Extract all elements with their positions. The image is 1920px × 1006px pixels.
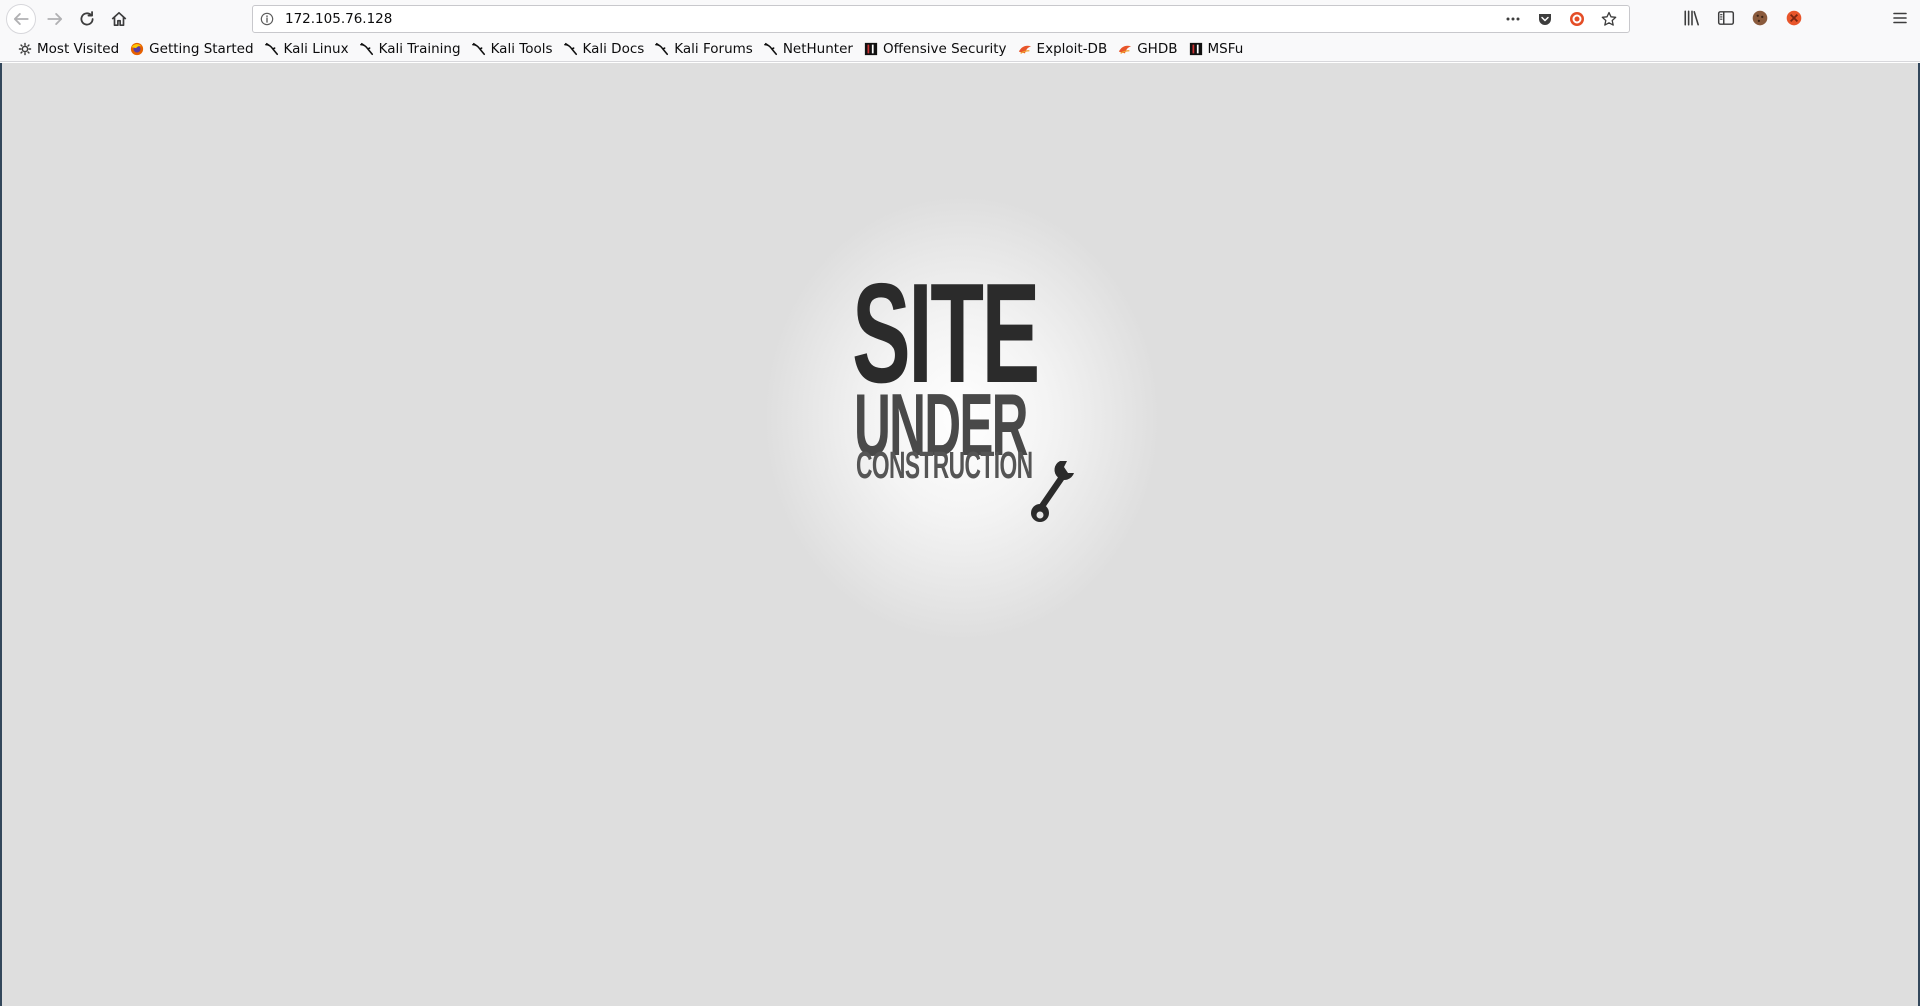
page-content: SITE UNDER CONSTRUCTION bbox=[0, 63, 1920, 1006]
bookmark-kali-tools[interactable]: Kali Tools bbox=[466, 38, 558, 60]
forward-button[interactable] bbox=[40, 4, 70, 34]
bookmark-label: MSFu bbox=[1207, 41, 1244, 57]
kali-dragon-icon bbox=[763, 41, 779, 57]
home-button[interactable] bbox=[104, 4, 134, 34]
gear-icon bbox=[17, 41, 33, 57]
bookmark-kali-docs[interactable]: Kali Docs bbox=[558, 38, 650, 60]
exploitdb-icon bbox=[1017, 41, 1033, 57]
site-under-construction-logo: SITE UNDER CONSTRUCTION bbox=[852, 263, 1082, 523]
kali-dragon-icon bbox=[359, 41, 375, 57]
bookmark-label: NetHunter bbox=[782, 41, 853, 57]
info-icon bbox=[260, 12, 274, 26]
sidebar-icon bbox=[1717, 11, 1735, 25]
kali-dragon-icon bbox=[471, 41, 487, 57]
url-text[interactable]: 172.105.76.128 bbox=[285, 11, 392, 27]
toolbar-right bbox=[1678, 4, 1910, 32]
back-button[interactable] bbox=[6, 4, 36, 34]
logo-line-construction: CONSTRUCTION bbox=[856, 445, 1033, 487]
bookmark-ghdb[interactable]: GHDB bbox=[1112, 38, 1182, 60]
page-actions-button[interactable] bbox=[1501, 9, 1525, 29]
bookmark-kali-forums[interactable]: Kali Forums bbox=[649, 38, 758, 60]
ublock-icon bbox=[1570, 12, 1584, 26]
ublock-button[interactable] bbox=[1565, 9, 1589, 29]
pocket-icon bbox=[1539, 14, 1551, 25]
cookie-extension-button[interactable] bbox=[1746, 4, 1774, 32]
bookmark-kali-linux[interactable]: Kali Linux bbox=[259, 38, 354, 60]
bookmark-label: Kali Tools bbox=[490, 41, 553, 57]
bookmark-label: Kali Linux bbox=[283, 41, 349, 57]
bookmark-msfu[interactable]: MSFu bbox=[1183, 38, 1249, 60]
addon-button[interactable] bbox=[1780, 4, 1808, 32]
menu-button[interactable] bbox=[1890, 8, 1910, 28]
kali-dragon-icon bbox=[654, 41, 670, 57]
more-horizontal-icon bbox=[1506, 17, 1520, 21]
addon-icon bbox=[1786, 10, 1802, 26]
home-icon bbox=[111, 11, 127, 27]
cookie-icon bbox=[1752, 10, 1768, 26]
bookmark-kali-training[interactable]: Kali Training bbox=[354, 38, 466, 60]
bookmark-label: Kali Docs bbox=[582, 41, 645, 57]
bookmark-label: GHDB bbox=[1137, 41, 1178, 57]
sidebar-button[interactable] bbox=[1712, 4, 1740, 32]
bookmark-label: Kali Forums bbox=[674, 41, 753, 57]
offsec-icon bbox=[863, 41, 879, 57]
star-icon bbox=[1601, 11, 1617, 26]
bookmark-exploit-db[interactable]: Exploit-DB bbox=[1012, 38, 1113, 60]
kali-dragon-icon bbox=[563, 41, 579, 57]
bookmark-label: Getting Started bbox=[149, 41, 254, 57]
library-button[interactable] bbox=[1678, 4, 1706, 32]
bookmark-most-visited[interactable]: Most Visited bbox=[12, 38, 124, 60]
url-actions bbox=[1501, 9, 1621, 29]
exploitdb-icon bbox=[1117, 41, 1133, 57]
bookmark-offensive-security[interactable]: Offensive Security bbox=[858, 38, 1012, 60]
library-icon bbox=[1684, 10, 1699, 26]
back-arrow-icon bbox=[13, 13, 29, 25]
bookmark-label: Most Visited bbox=[37, 41, 120, 57]
bookmark-nethunter[interactable]: NetHunter bbox=[758, 38, 858, 60]
hamburger-menu-icon bbox=[1893, 12, 1907, 24]
bookmark-label: Exploit-DB bbox=[1036, 41, 1108, 57]
reload-button[interactable] bbox=[72, 4, 102, 34]
bookmark-label: Offensive Security bbox=[882, 41, 1007, 57]
bookmarks-toolbar: Most Visited Getting Started Kali Linux … bbox=[0, 37, 1920, 62]
firefox-icon bbox=[129, 41, 145, 57]
wrench-icon bbox=[1031, 461, 1074, 522]
kali-dragon-icon bbox=[264, 41, 280, 57]
url-bar[interactable]: 172.105.76.128 bbox=[252, 5, 1630, 33]
bookmark-star-button[interactable] bbox=[1597, 9, 1621, 29]
site-info-button[interactable] bbox=[253, 6, 281, 32]
offsec-icon bbox=[1188, 41, 1204, 57]
forward-arrow-icon bbox=[47, 13, 63, 25]
reload-icon bbox=[80, 11, 94, 26]
pocket-button[interactable] bbox=[1533, 9, 1557, 29]
browser-toolbar: 172.105.76.128 bbox=[0, 0, 1920, 37]
bookmark-getting-started[interactable]: Getting Started bbox=[124, 38, 258, 60]
bookmark-label: Kali Training bbox=[378, 41, 461, 57]
